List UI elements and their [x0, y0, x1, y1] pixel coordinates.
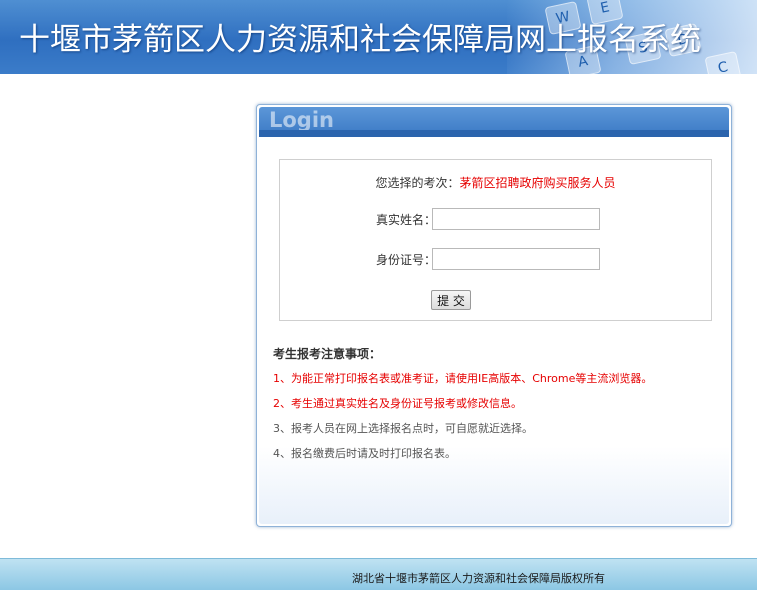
- login-header-bar: [259, 130, 729, 137]
- login-title: Login: [269, 108, 334, 132]
- notice-item: 1、为能正常打印报名表或准考证，请使用IE高版本、Chrome等主流浏览器。: [273, 372, 653, 385]
- header-banner: W E S D A C 十堰市茅箭区人力资源和社会保障局网上报名系统: [0, 0, 757, 74]
- exam-selection: 您选择的考次：茅箭区招聘政府购买服务人员: [280, 174, 711, 191]
- login-header: Login: [259, 107, 729, 137]
- notice-title: 考生报考注意事项：: [273, 347, 382, 361]
- id-number-input[interactable]: [432, 248, 600, 270]
- real-name-input[interactable]: [432, 208, 600, 230]
- notice-item: 2、考生通过真实姓名及身份证号报考或修改信息。: [273, 397, 522, 410]
- login-body: 您选择的考次：茅箭区招聘政府购买服务人员 真实姓名： 身份证号： 提 交 考生报…: [259, 137, 729, 524]
- site-title: 十堰市茅箭区人力资源和社会保障局网上报名系统: [19, 22, 701, 58]
- name-label: 真实姓名：: [375, 213, 436, 227]
- exam-value: 茅箭区招聘政府购买服务人员: [459, 176, 616, 190]
- footer: 湖北省十堰市茅箭区人力资源和社会保障局版权所有: [0, 558, 757, 590]
- notice-item: 3、报考人员在网上选择报名点时，可自愿就近选择。: [273, 422, 533, 435]
- notice-section: 考生报考注意事项： 1、为能正常打印报名表或准考证，请使用IE高版本、Chrom…: [273, 342, 719, 466]
- exam-label: 您选择的考次：: [375, 176, 460, 190]
- copyright-text: 湖北省十堰市茅箭区人力资源和社会保障局版权所有: [352, 572, 605, 585]
- submit-button[interactable]: 提 交: [431, 290, 471, 310]
- keyboard-key: C: [704, 50, 742, 74]
- id-label: 身份证号：: [375, 253, 436, 267]
- login-panel: Login 您选择的考次：茅箭区招聘政府购买服务人员 真实姓名： 身份证号： 提…: [256, 104, 732, 527]
- login-form: 您选择的考次：茅箭区招聘政府购买服务人员 真实姓名： 身份证号： 提 交: [279, 159, 712, 321]
- id-row: 身份证号：: [280, 248, 711, 272]
- name-row: 真实姓名：: [280, 208, 711, 232]
- notice-item: 4、报名缴费后时请及时打印报名表。: [273, 447, 456, 460]
